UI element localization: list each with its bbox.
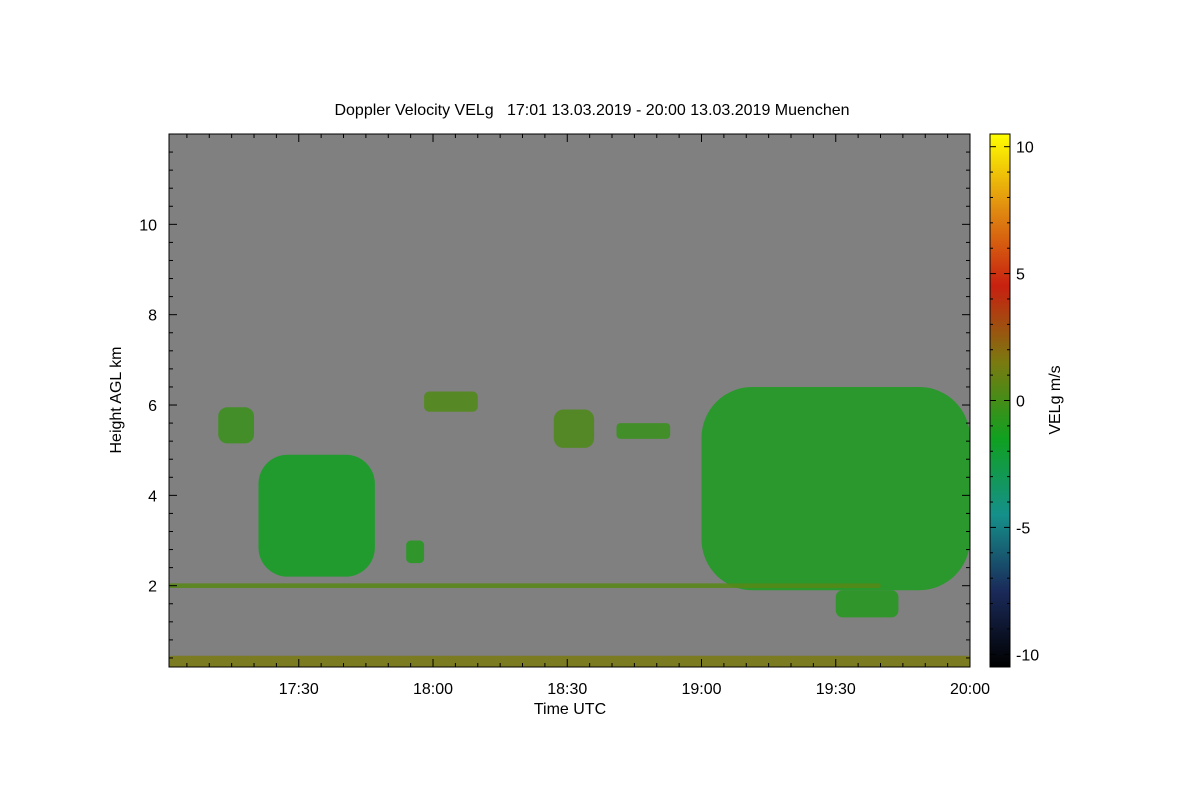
x-tick-label: 20:00	[950, 681, 990, 698]
colorbar-tick-label: -10	[1016, 647, 1039, 664]
colorbar-tick-label: 10	[1016, 140, 1034, 157]
colorbar: -10 -5 0 5 10 VELg m/s	[989, 133, 1064, 668]
x-tick-label: 18:30	[547, 681, 587, 698]
x-tick-label: 19:30	[816, 681, 856, 698]
x-axis-label: Time UTC	[534, 701, 606, 718]
echo-region-cloud-1722	[218, 407, 255, 444]
y-axis-label: Height AGL km	[108, 346, 125, 453]
echo-region-cloud-1803	[424, 391, 478, 412]
y-tick-label: 10	[139, 217, 157, 234]
colorbar-tick-label: 0	[1016, 394, 1025, 411]
echo-region-cloud-1800-small	[406, 540, 425, 564]
chart-title: Doppler Velocity VELg 17:01 13.03.2019 -…	[334, 102, 849, 119]
x-tick-label: 17:30	[279, 681, 319, 698]
y-tick-label: 6	[148, 398, 157, 415]
doppler-velocity-chart: Doppler Velocity VELg 17:01 13.03.2019 -…	[108, 102, 1064, 718]
echo-region-cloud-1730-lower	[258, 454, 375, 577]
colorbar-tick-label: 5	[1016, 267, 1025, 284]
plot-area	[168, 133, 971, 668]
x-tick-label: 18:00	[413, 681, 453, 698]
x-tick-label: 19:00	[681, 681, 721, 698]
echo-region-cloud-1830	[553, 409, 595, 448]
colorbar-tick-label: -5	[1016, 520, 1030, 537]
echo-region-surface-clutter	[169, 655, 970, 667]
y-tick-label: 2	[148, 579, 157, 596]
echo-region-cloud-1900-system	[701, 386, 970, 591]
echo-region-cloud-1845	[616, 423, 671, 439]
y-tick-label: 8	[148, 308, 157, 325]
y-tick-label: 4	[148, 488, 157, 505]
echo-region-cloud-1935-lower	[835, 590, 899, 618]
colorbar-label: VELg m/s	[1047, 365, 1064, 434]
echo-region-layer-2km	[169, 583, 881, 588]
